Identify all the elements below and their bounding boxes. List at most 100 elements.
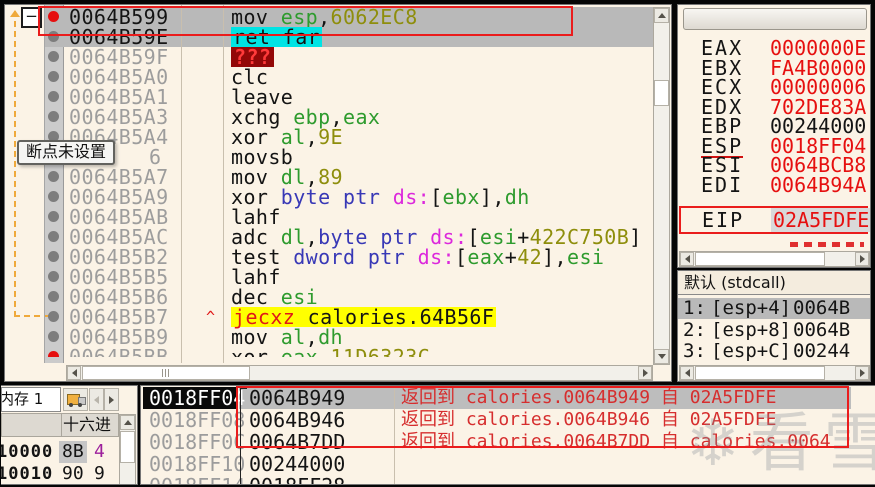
disasm-row[interactable]: 0064B5B6 dec esi [45, 287, 653, 307]
stack-panel: 0018FF04 0064B949 返回到 calories.0064B949 自 … [140, 385, 875, 485]
disasm-row[interactable]: 0064B5AC adc dl,byte ptr ds:[esi+422C750B… [45, 227, 653, 247]
disasm-row[interactable]: 0064B5BB xor eax,11D6323C [45, 347, 653, 357]
breakpoint-dot[interactable] [48, 251, 59, 262]
stack-address[interactable]: 0018FF08 [143, 409, 245, 431]
registers-header-bar[interactable] [683, 8, 867, 30]
arg-expression: [esp+C] [711, 340, 792, 362]
disasm-row[interactable]: 0064B5B2 test dword ptr ds:[eax+42],esi [45, 247, 653, 267]
instruction-token: [ [430, 185, 443, 209]
next-button[interactable] [104, 388, 119, 411]
disasm-row[interactable]: 0064B5A0 clc [45, 67, 653, 87]
instruction-token: , [318, 345, 331, 357]
disasm-address: 0064B59F [69, 45, 169, 69]
scroll-up-button[interactable] [654, 8, 669, 23]
disasm-vertical-scrollbar[interactable] [653, 7, 670, 365]
hex-column-header[interactable]: 十六进 [63, 414, 119, 436]
disasm-instruction: jecxz calories.64B56F [231, 307, 497, 327]
register-value[interactable]: 02A5FDFE [771, 208, 870, 232]
disasm-instruction: movsb [231, 147, 293, 167]
disasm-row[interactable]: 0064B5B7 ^ jecxz calories.64B56F [45, 307, 653, 327]
disasm-row[interactable]: 0064B59F??? [45, 47, 653, 67]
breakpoint-dot[interactable] [48, 311, 59, 322]
registers-horizontal-scrollbar[interactable] [679, 251, 870, 267]
scroll-right-icon [642, 369, 652, 377]
breakpoint-dot[interactable] [48, 171, 59, 182]
scroll-left-button[interactable] [680, 366, 694, 380]
disasm-row[interactable]: 6 movsb [45, 147, 653, 167]
memory-column-header[interactable]: 十六进 [1, 413, 119, 437]
arg-row[interactable]: 2: [esp+8] 0064B [678, 319, 870, 341]
scroll-up-button[interactable] [120, 415, 135, 430]
args-horizontal-scrollbar[interactable] [679, 365, 870, 381]
disasm-row[interactable]: 0064B5B9 mov al,dh [45, 327, 653, 347]
scroll-thumb[interactable] [82, 366, 250, 380]
stack-address[interactable]: 0018FF10 [143, 453, 245, 475]
scroll-right-button[interactable] [855, 252, 869, 266]
scroll-left-button[interactable] [680, 252, 694, 266]
arg-row[interactable]: 3: [esp+C] 00244 [678, 341, 870, 362]
breakpoint-dot[interactable] [48, 271, 59, 282]
stack-value[interactable]: 00244000 [249, 453, 345, 475]
disasm-row[interactable]: 0064B5AB lahf [45, 207, 653, 227]
stack-row[interactable]: 0018FF10 00244000 [141, 453, 875, 475]
address-column-header[interactable] [2, 414, 62, 436]
prev-button[interactable] [89, 388, 104, 411]
memory-byte[interactable]: 4 [94, 441, 105, 463]
calling-convention-header[interactable]: 默认 (stdcall) [678, 271, 870, 295]
instruction-token: ] [542, 245, 555, 269]
disassembly-panel: − 0064B599 mov esp,6062EC8 0064B59E ret far… [4, 4, 672, 382]
disasm-row[interactable]: 0064B5A4 xor al,9E [45, 127, 653, 147]
scroll-right-button[interactable] [855, 366, 869, 380]
stack-row[interactable]: 0018FF14 0018FF28 [141, 475, 875, 484]
breakpoint-dot[interactable] [48, 291, 59, 302]
memory-byte[interactable]: 9 [94, 463, 105, 484]
memory-row[interactable]: 10010 90 9 [1, 463, 137, 484]
register-row[interactable]: EDI 0064B94A [678, 175, 870, 195]
scroll-left-icon [681, 255, 690, 263]
scroll-thumb[interactable] [695, 252, 825, 266]
disasm-row[interactable]: 0064B5A7 mov dl,89 [45, 167, 653, 187]
memory-byte[interactable]: 90 [59, 463, 87, 484]
scroll-left-button[interactable] [67, 366, 81, 380]
scroll-left-icon [68, 369, 77, 377]
disasm-row[interactable]: 0064B5A3 xchg ebp,eax [45, 107, 653, 127]
scroll-right-button[interactable] [638, 366, 652, 380]
disasm-instruction: leave [231, 87, 293, 107]
stack-address[interactable]: 0018FF04 [143, 387, 245, 409]
column-divider[interactable] [181, 5, 182, 363]
breakpoint-dot[interactable] [48, 231, 59, 242]
breakpoint-dot[interactable] [48, 331, 59, 342]
disasm-row[interactable]: 0064B5A9 xor byte ptr ds:[ebx],dh [45, 187, 653, 207]
disasm-address: 0064B5A0 [69, 65, 169, 89]
disasm-row[interactable]: 0064B5B5 lahf [45, 267, 653, 287]
disasm-horizontal-scrollbar[interactable] [66, 365, 653, 381]
breakpoint-dot[interactable] [48, 351, 59, 357]
scroll-thumb[interactable] [695, 366, 825, 380]
memory-row[interactable]: 10000 8B 4 [1, 441, 137, 463]
breakpoint-dot[interactable] [48, 211, 59, 222]
stack-address[interactable]: 0018FF0C [143, 431, 245, 453]
disasm-address: 0064B5AC [69, 225, 169, 249]
breakpoint-dot[interactable] [48, 71, 59, 82]
instruction-token: dh [504, 185, 530, 209]
arg-row[interactable]: 1: [esp+4] 0064B [678, 298, 870, 319]
scroll-thumb[interactable] [654, 80, 669, 106]
column-divider[interactable] [223, 5, 224, 363]
breakpoint-dot[interactable] [48, 111, 59, 122]
disasm-instruction: mov dl,89 [231, 167, 343, 187]
register-value[interactable]: 0064B94A [770, 175, 866, 195]
memory-tab[interactable]: 内存 1 [1, 387, 61, 412]
scroll-right-icon [859, 255, 869, 263]
breakpoint-dot[interactable] [48, 191, 59, 202]
follow-dump-button[interactable] [63, 388, 88, 411]
breakpoint-dot[interactable] [48, 91, 59, 102]
stack-address[interactable]: 0018FF14 [143, 475, 245, 484]
instruction-token: 11D6323C [330, 345, 431, 357]
breakpoint-dot[interactable] [48, 51, 59, 62]
memory-byte[interactable]: 8B [59, 441, 87, 463]
instruction-token: ds: [392, 185, 431, 209]
stack-value[interactable]: 0018FF28 [249, 475, 345, 484]
disasm-row[interactable]: 0064B5A1 leave [45, 87, 653, 107]
scroll-down-button[interactable] [654, 349, 669, 364]
instruction-token: eax [467, 245, 505, 269]
